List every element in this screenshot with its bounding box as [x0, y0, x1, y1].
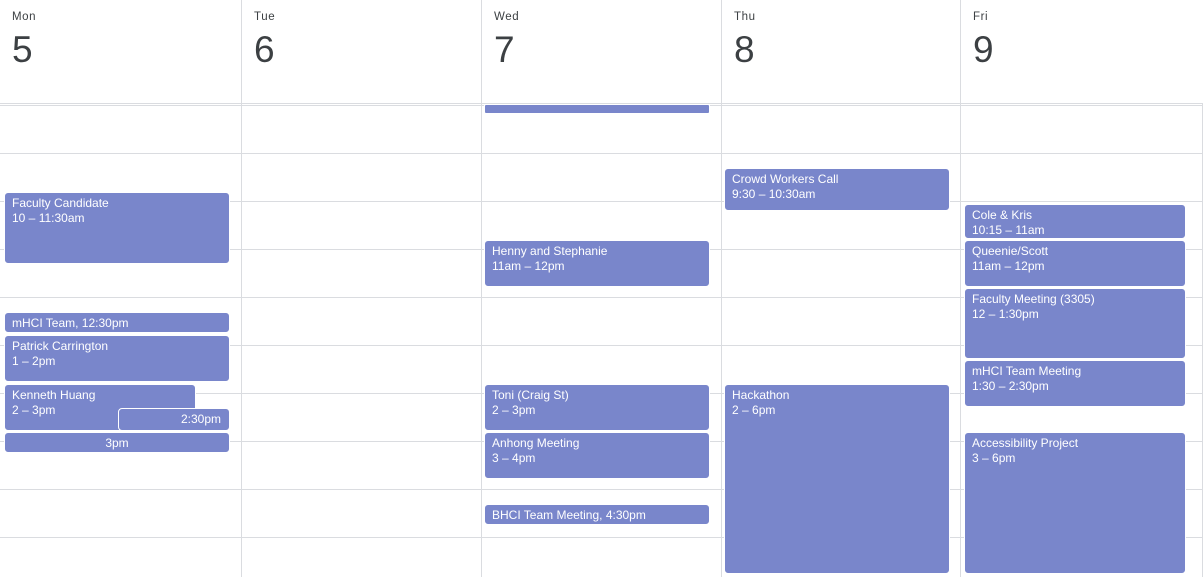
calendar-event[interactable]: Hackathon 2 – 6pm — [724, 384, 950, 574]
calendar-event[interactable]: Queenie/Scott 11am – 12pm — [964, 240, 1186, 287]
event-title: mHCI Team Meeting — [972, 364, 1082, 378]
week-calendar-view: Mon 5 Tue 6 Wed 7 Thu 8 Fri 9 Faculty Candidate 10… — [0, 0, 1203, 577]
calendar-event[interactable]: Toni (Craig St) 2 – 3pm — [484, 384, 710, 431]
event-time: 1 – 2pm — [12, 354, 56, 368]
calendar-event[interactable]: BHCI Team Meeting, 4:30pm — [484, 504, 710, 525]
day-header-fri[interactable]: Fri 9 — [961, 0, 1203, 103]
event-time: 11am – 12pm — [492, 259, 565, 273]
day-number-label[interactable]: 7 — [494, 27, 721, 73]
calendar-event[interactable] — [484, 104, 710, 114]
event-time: 3 – 4pm — [492, 451, 536, 465]
day-number-label[interactable]: 8 — [734, 27, 960, 73]
event-time: 4:30pm — [605, 508, 646, 522]
event-summary-line: BHCI Team Meeting, 4:30pm — [492, 508, 646, 522]
event-title: Faculty Candidate — [12, 196, 109, 210]
event-title: Henny and Stephanie — [492, 244, 608, 258]
event-time: 3 – 6pm — [972, 451, 1016, 465]
day-number-label[interactable]: 9 — [973, 27, 1203, 73]
day-number-label[interactable]: 6 — [254, 27, 481, 73]
event-time: 3pm — [105, 436, 129, 450]
event-time: 11am – 12pm — [972, 259, 1045, 273]
day-of-week-label: Wed — [494, 11, 520, 23]
day-of-week-label: Tue — [254, 11, 276, 23]
event-time: 10:15 – 11am — [972, 223, 1045, 237]
day-column-tue[interactable] — [242, 104, 482, 577]
calendar-event[interactable]: Henny and Stephanie 11am – 12pm — [484, 240, 710, 287]
day-number-label[interactable]: 5 — [12, 27, 241, 73]
calendar-event[interactable]: Anhong Meeting 3 – 4pm — [484, 432, 710, 479]
event-time: 12:30pm — [81, 316, 129, 330]
calendar-event[interactable]: Faculty Meeting (3305) 12 – 1:30pm — [964, 288, 1186, 359]
event-time: 1:30 – 2:30pm — [972, 379, 1049, 393]
day-header-thu[interactable]: Thu 8 — [722, 0, 961, 103]
event-title: Hackathon — [732, 388, 790, 402]
day-of-week-label: Mon — [12, 11, 37, 23]
calendar-event[interactable]: 2:30pm — [118, 408, 230, 431]
event-time: 2:30pm — [180, 412, 221, 426]
calendar-event[interactable]: Accessibility Project 3 – 6pm — [964, 432, 1186, 574]
day-of-week-label: Thu — [734, 11, 756, 23]
event-time: 12 – 1:30pm — [972, 307, 1039, 321]
calendar-event[interactable]: Crowd Workers Call 9:30 – 10:30am — [724, 168, 950, 211]
event-title: Accessibility Project — [972, 436, 1079, 450]
day-header-row: Mon 5 Tue 6 Wed 7 Thu 8 Fri 9 — [0, 0, 1203, 104]
day-of-week-label: Fri — [973, 11, 989, 23]
event-time: 10 – 11:30am — [12, 211, 85, 225]
calendar-grid-body: Faculty Candidate 10 – 11:30am mHCI Team, … — [0, 104, 1203, 577]
event-time: 2 – 3pm — [492, 403, 536, 417]
calendar-event[interactable]: mHCI Team Meeting 1:30 – 2:30pm — [964, 360, 1186, 407]
day-header-wed[interactable]: Wed 7 — [482, 0, 722, 103]
event-title: Toni (Craig St) — [492, 388, 569, 402]
day-header-mon[interactable]: Mon 5 — [0, 0, 242, 103]
event-title: Patrick Carrington — [12, 339, 109, 353]
event-time: 9:30 – 10:30am — [732, 187, 816, 201]
calendar-event[interactable]: Cole & Kris 10:15 – 11am — [964, 204, 1186, 239]
event-title: Crowd Workers Call — [732, 172, 839, 186]
event-title: Anhong Meeting — [492, 436, 580, 450]
day-header-tue[interactable]: Tue 6 — [242, 0, 482, 103]
event-title: Queenie/Scott — [972, 244, 1049, 258]
event-title: Kenneth Huang — [12, 388, 96, 402]
event-title: Faculty Meeting (3305) — [972, 292, 1095, 306]
event-title: BHCI Team Meeting — [492, 508, 600, 522]
calendar-event[interactable]: Faculty Candidate 10 – 11:30am — [4, 192, 230, 264]
calendar-event[interactable]: 3pm — [4, 432, 230, 453]
event-summary-line: mHCI Team, 12:30pm — [12, 316, 129, 330]
calendar-event[interactable]: mHCI Team, 12:30pm — [4, 312, 230, 333]
event-title: Cole & Kris — [972, 208, 1033, 222]
event-title: mHCI Team — [12, 316, 76, 330]
calendar-event[interactable]: Patrick Carrington 1 – 2pm — [4, 335, 230, 382]
event-time: 2 – 6pm — [732, 403, 776, 417]
